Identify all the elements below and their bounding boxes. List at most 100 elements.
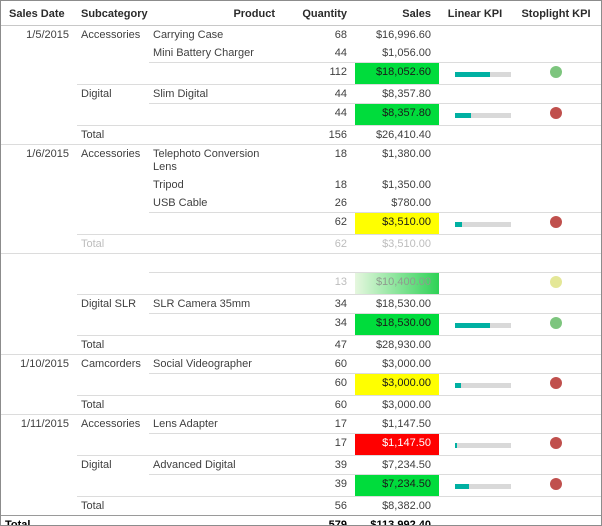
sales-date-cell: 1/11/2015	[1, 414, 77, 434]
stoplight-kpi-cell	[511, 144, 601, 176]
detail-row: 1/10/2015 Camcorders Social Videographer 60…	[1, 354, 601, 374]
subcategory-cell: Camcorders	[77, 354, 149, 374]
stoplight-kpi-cell	[511, 272, 601, 295]
product-cell	[149, 125, 283, 145]
linear-kpi-cell	[439, 194, 511, 213]
product-cell	[149, 313, 283, 336]
quantity-cell: 13	[283, 272, 355, 295]
total-row: Total 156 $26,410.40	[1, 125, 601, 145]
sales-cell: $3,510.00	[355, 234, 439, 254]
quantity-cell: 34	[283, 313, 355, 336]
spacer-cell	[439, 253, 511, 273]
quantity-cell: 18	[283, 144, 355, 176]
linear-kpi-bar	[455, 442, 511, 448]
product-cell	[149, 62, 283, 85]
sales-date-cell	[1, 314, 77, 336]
linear-kpi-cell	[439, 455, 511, 475]
spacer-cell	[511, 253, 601, 273]
subtotal-row: 39 $7,234.50	[1, 474, 601, 497]
subcategory-cell: Accessories	[81, 29, 141, 41]
linear-kpi-cell	[439, 62, 511, 85]
detail-row: USB Cable 26 $780.00	[1, 194, 601, 213]
quantity-cell: 62	[283, 212, 355, 235]
stoplight-kpi-cell	[511, 62, 601, 85]
stoplight-kpi-cell	[511, 474, 601, 497]
linear-kpi-fill	[455, 483, 469, 489]
sales-cell: $26,410.40	[355, 125, 439, 145]
quantity-cell: 60	[283, 395, 355, 415]
sales-date-cell	[1, 194, 77, 213]
sales-date-cell	[1, 104, 77, 126]
product-cell: Mini Battery Charger	[153, 47, 254, 59]
subcategory-cell	[77, 44, 149, 63]
quantity-cell: 17	[283, 414, 355, 434]
sales-cell: $18,052.60	[355, 62, 439, 85]
product-cell	[149, 373, 283, 396]
product-cell	[149, 474, 283, 497]
subtotal-row: 62 $3,510.00	[1, 212, 601, 235]
sales-cell: $8,357.80	[355, 103, 439, 126]
product-cell: Carrying Case	[153, 29, 224, 41]
linear-kpi-fill	[455, 112, 471, 118]
linear-kpi-cell	[439, 44, 511, 63]
sales-cell: $1,056.00	[382, 47, 431, 59]
sales-kpi-table: Sales Date Subcategory Product Quantity …	[1, 1, 601, 525]
sales-date-cell	[1, 235, 77, 254]
stoplight-kpi-cell	[511, 354, 601, 374]
subcategory-cell	[77, 194, 149, 213]
stoplight-kpi-cell	[511, 176, 601, 194]
linear-kpi-cell	[439, 474, 511, 497]
linear-kpi-fill	[455, 382, 461, 388]
header-sales-date: Sales Date	[1, 1, 77, 26]
linear-kpi-cell	[439, 515, 511, 525]
report-frame: Sales Date Subcategory Product Quantity …	[0, 0, 602, 526]
total-row: Total 62 $3,510.00	[1, 234, 601, 254]
quantity-cell: 26	[334, 197, 347, 209]
product-cell: Telephoto Conversion Lens	[149, 144, 283, 176]
sales-cell: $3,000.00	[355, 354, 439, 374]
subcategory-cell: Total	[77, 335, 149, 355]
linear-kpi-fill	[455, 442, 458, 448]
subcategory-cell: Digital SLR	[77, 294, 149, 314]
stoplight-kpi-cell	[511, 373, 601, 396]
sales-date-cell	[1, 456, 77, 475]
stoplight-kpi-cell	[511, 26, 601, 45]
sales-cell: $18,530.00	[355, 294, 439, 314]
stoplight-kpi-cell	[511, 395, 601, 415]
header-product: Product	[149, 1, 283, 26]
stoplight-kpi-cell	[511, 496, 601, 516]
stoplight-indicator	[550, 216, 562, 228]
product-cell	[149, 335, 283, 355]
detail-row: Tripod 18 $1,350.00	[1, 176, 601, 194]
stoplight-kpi-cell	[511, 294, 601, 314]
linear-kpi-cell	[439, 294, 511, 314]
spacer-row	[1, 253, 601, 273]
spacer-cell	[149, 253, 283, 273]
linear-kpi-bar	[455, 112, 511, 118]
stoplight-kpi-cell	[511, 313, 601, 336]
subcategory-cell	[77, 475, 149, 497]
linear-kpi-cell	[439, 373, 511, 396]
quantity-cell: 39	[283, 474, 355, 497]
detail-row: 1/6/2015 Accessories Telephoto Conversion …	[1, 144, 601, 176]
linear-kpi-cell	[439, 354, 511, 374]
spacer-cell	[355, 253, 439, 273]
quantity-cell: 18	[334, 179, 347, 191]
product-cell: Social Videographer	[149, 354, 283, 374]
product-cell: Advanced Digital	[149, 455, 283, 475]
subtotal-row: 17 $1,147.50	[1, 433, 601, 456]
quantity-cell: 44	[334, 47, 347, 59]
spacer-cell	[1, 253, 77, 273]
subtotal-row: 60 $3,000.00	[1, 373, 601, 396]
sales-date-cell: 1/6/2015	[1, 144, 77, 176]
linear-kpi-cell	[439, 433, 511, 456]
stoplight-kpi-cell	[511, 44, 601, 63]
sales-date-cell	[1, 85, 77, 104]
stoplight-kpi-cell	[511, 194, 601, 213]
stoplight-kpi-cell	[511, 335, 601, 355]
linear-kpi-cell	[439, 272, 511, 295]
sales-cell: $113,992.40	[355, 515, 439, 525]
sales-cell: $1,147.50	[355, 433, 439, 456]
stoplight-kpi-cell	[511, 414, 601, 434]
linear-kpi-cell	[439, 26, 511, 45]
